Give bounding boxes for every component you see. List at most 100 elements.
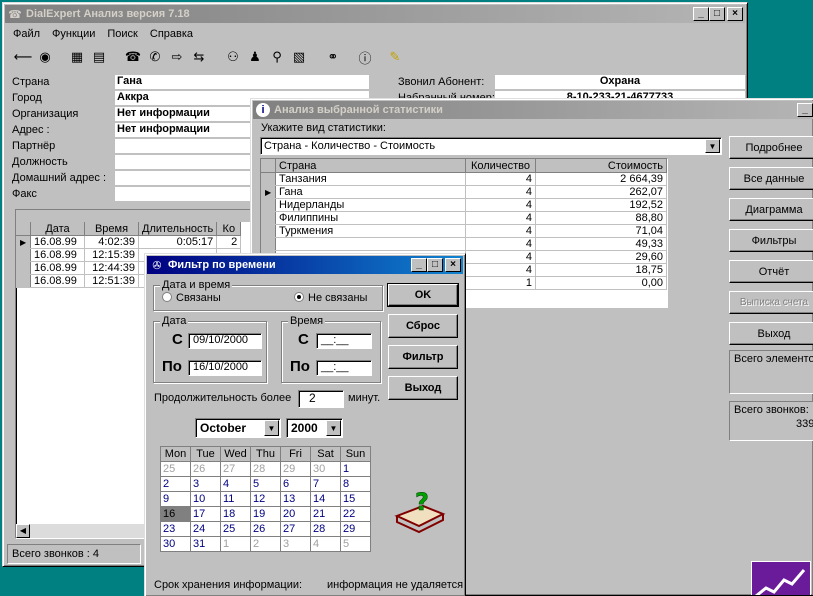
calendar-day[interactable]: 20 [280,506,311,522]
filter-close-button[interactable]: × [445,258,461,272]
month-chevron-down-icon[interactable]: ▼ [264,420,279,436]
filters-button[interactable]: Фильтры [729,229,813,252]
calendar-day[interactable]: 15 [340,491,371,507]
table-row[interactable]: ▶ Гана 4 262,07 [261,185,667,199]
magnifier-icon[interactable]: ⚲ [267,47,287,67]
phone-forward-icon[interactable]: ⇨ [167,47,187,67]
cell-quantity[interactable]: 4 [465,211,536,225]
calendar-day[interactable]: 11 [220,491,251,507]
time-to-input[interactable]: __:__ [316,360,372,376]
radio-unlinked-icon[interactable] [294,292,304,302]
cell-country[interactable]: Туркмения [275,224,466,238]
menu-file[interactable]: Файл [13,28,40,40]
cell-cost[interactable]: 192,52 [535,198,667,212]
stats-exit-button[interactable]: Выход [729,322,813,345]
calendar-day[interactable]: 5 [250,476,281,492]
calendar-day[interactable]: 2 [250,536,281,552]
clock-info-icon[interactable]: ⓘ [355,47,375,67]
all-data-button[interactable]: Все данные [729,167,813,190]
calendar-day[interactable]: 28 [250,461,281,477]
cell-date[interactable]: 16.08.99 [30,248,85,262]
cell-count[interactable]: 2 [216,235,242,249]
cell-country[interactable]: Танзания [275,172,466,186]
cell-time[interactable]: 4:02:39 [84,235,139,249]
calendar-day[interactable]: 29 [340,521,371,537]
connector-icon[interactable]: ⇆ [189,47,209,67]
table-row[interactable]: Филиппины 4 88,80 [261,211,667,225]
cell-cost[interactable]: 262,07 [535,185,667,199]
pencil-icon[interactable]: ✎ [385,47,405,67]
calendar-day[interactable]: 26 [190,461,221,477]
chart-icon[interactable]: ▧ [289,47,309,67]
bill-statement-button[interactable]: Выписка счета [729,291,813,314]
calendar-day[interactable]: 14 [310,491,341,507]
calendar-day[interactable]: 27 [280,521,311,537]
calendar-day[interactable]: 18 [220,506,251,522]
cell-date[interactable]: 16.08.99 [30,261,85,275]
calendar-day[interactable]: 9 [160,491,191,507]
col-header-count[interactable]: Ко [216,222,242,236]
calendar-day[interactable]: 29 [280,461,311,477]
cell-country[interactable]: Гана [275,185,466,199]
filter-minimize-button[interactable]: _ [411,258,427,272]
cell-cost[interactable]: 71,04 [535,224,667,238]
close-button[interactable]: × [727,7,743,21]
menu-functions[interactable]: Функции [52,28,95,40]
handshake-icon[interactable]: ⚭ [323,47,343,67]
calendar-day[interactable]: 26 [250,521,281,537]
year-select[interactable]: 2000 ▼ [286,418,343,438]
calendar-day[interactable]: 3 [190,476,221,492]
cell-date[interactable]: 16.08.99 [30,235,85,249]
calendar-day[interactable]: 31 [190,536,221,552]
people-icon[interactable]: ⚇ [223,47,243,67]
calendar-day[interactable]: 23 [160,521,191,537]
details-button[interactable]: Подробнее [729,136,813,159]
date-to-input[interactable]: 16/10/2000 [188,360,262,376]
cell-country[interactable]: Филиппины [275,211,466,225]
calendar-day[interactable]: 10 [190,491,221,507]
stats-type-select[interactable]: Страна - Количество - Стоимость ▼ [260,137,722,155]
calendar-day[interactable]: 5 [340,536,371,552]
cell-time[interactable]: 12:44:39 [84,261,139,275]
calendar-day[interactable]: 8 [340,476,371,492]
year-chevron-down-icon[interactable]: ▼ [326,420,341,436]
table-row[interactable]: Нидерланды 4 192,52 [261,198,667,212]
person-icon[interactable]: ♟ [245,47,265,67]
calendar-day[interactable]: 1 [340,461,371,477]
cell-quantity[interactable]: 4 [465,250,536,264]
calendar-day[interactable]: 27 [220,461,251,477]
cell-cost[interactable]: 88,80 [535,211,667,225]
cell-quantity[interactable]: 4 [465,185,536,199]
table-row[interactable]: ▶ 16.08.99 4:02:39 0:05:17 2 [16,235,242,249]
help-book-icon[interactable]: ? [393,486,449,534]
chevron-down-icon[interactable]: ▼ [705,139,720,153]
report-button[interactable]: Отчёт [729,260,813,283]
cell-quantity[interactable]: 4 [465,237,536,251]
reset-button[interactable]: Сброс [388,314,458,338]
stats-titlebar[interactable]: i Анализ выбранной статистики _ □ [253,101,813,119]
time-from-input[interactable]: __:__ [316,333,372,349]
diagram-button[interactable]: Диаграмма [729,198,813,221]
col-header-duration[interactable]: Длительность [137,222,218,236]
record-icon[interactable]: ◉ [35,47,55,67]
calendar-day[interactable]: 30 [310,461,341,477]
phone-list-icon[interactable]: ✆ [145,47,165,67]
filter-button[interactable]: Фильтр [388,345,458,369]
cell-quantity[interactable]: 4 [465,198,536,212]
duration-input[interactable]: 2 [298,390,344,408]
filter-titlebar[interactable]: ✇ Фильтр по времени _ □ × [147,256,463,274]
calendar-day[interactable]: 4 [310,536,341,552]
calendar-day[interactable]: 30 [160,536,191,552]
menu-help[interactable]: Справка [150,28,193,40]
cell-cost[interactable]: 49,33 [535,237,667,251]
cell-quantity[interactable]: 4 [465,224,536,238]
col-header-country[interactable]: Страна [275,159,466,173]
radio-linked-icon[interactable] [162,292,172,302]
cell-cost[interactable]: 18,75 [535,263,667,277]
calendar-day-selected[interactable]: 16 [160,506,191,522]
minimize-button[interactable]: _ [693,7,709,21]
table-row[interactable]: Танзания 4 2 664,39 [261,172,667,186]
calendar-day[interactable]: 3 [280,536,311,552]
table-row[interactable]: 4 49,33 [261,237,667,251]
cell-cost[interactable]: 0,00 [535,276,667,290]
